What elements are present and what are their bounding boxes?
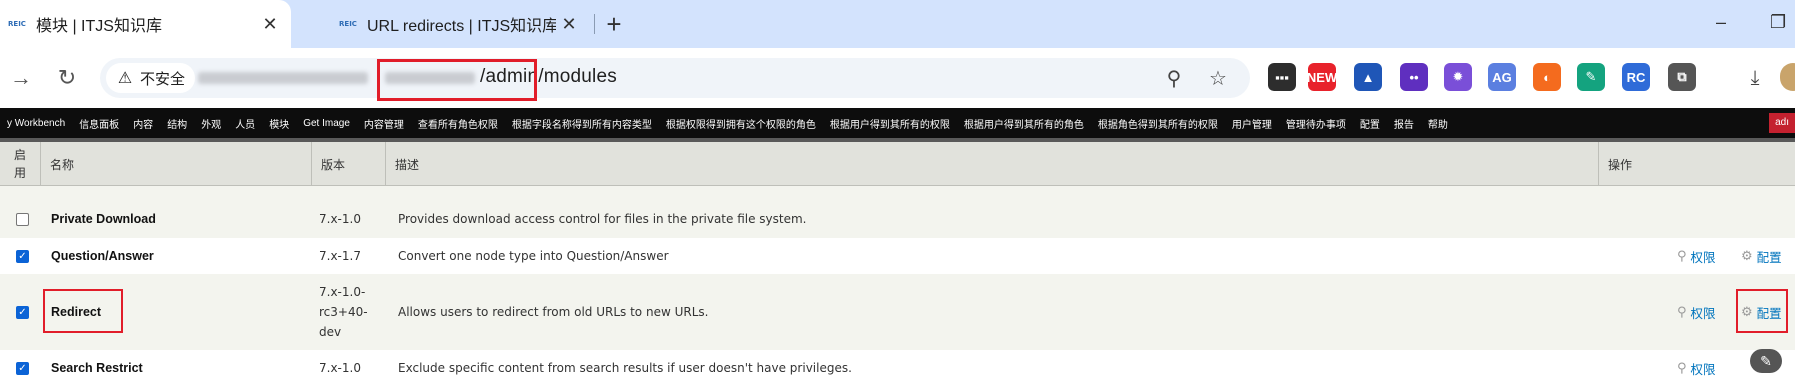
admin-menu-item[interactable]: 内容管理 — [357, 116, 411, 131]
security-label: 不安全 — [140, 70, 186, 88]
url-highlight-box — [377, 59, 537, 101]
tab-title: 模块 | ITJS知识库 — [36, 18, 162, 35]
admin-menu-item[interactable]: 根据用户得到其所有的角色 — [957, 116, 1091, 131]
module-version: 7.x-1.7 — [319, 249, 361, 263]
admin-menu-item[interactable]: 模块 — [262, 116, 296, 131]
admin-menu-item[interactable]: y Workbench — [0, 118, 72, 129]
gear-ext-icon[interactable]: ✹ — [1444, 63, 1472, 91]
new-badge-ext-icon[interactable]: NEW — [1307, 63, 1337, 91]
admin-menu-item[interactable]: 内容 — [126, 116, 160, 131]
table-row: ✓ Question/Answer 7.x-1.7 Convert one no… — [0, 238, 1795, 274]
forward-arrow-icon[interactable]: → — [4, 61, 38, 95]
admin-menu-item[interactable]: 根据字段名称得到所有内容类型 — [505, 116, 659, 131]
key-icon: ⚲ — [1677, 360, 1687, 375]
header-description: 描述 — [386, 142, 1599, 186]
tab-title: URL redirects | ITJS知识库 — [367, 18, 556, 35]
admin-user-badge[interactable]: adı — [1769, 113, 1795, 133]
bookmark-star-icon[interactable]: ☆ — [1206, 66, 1230, 90]
admin-menu-item[interactable]: 报告 — [1387, 116, 1421, 131]
enable-checkbox[interactable] — [16, 212, 29, 226]
site-favicon-icon: REIC — [8, 20, 26, 28]
admin-menu-item[interactable]: 帮助 — [1421, 116, 1455, 131]
minimize-icon[interactable]: – — [1716, 13, 1732, 31]
enable-checkbox[interactable]: ✓ — [16, 249, 29, 263]
leaf-ext-icon[interactable]: ✎ — [1577, 63, 1605, 91]
admin-menu-item[interactable]: 查看所有角色权限 — [411, 116, 505, 131]
redirect-highlight-box — [43, 289, 123, 333]
modules-table: 启用 名称 版本 描述 操作 Private Download 7.x-1.0 … — [0, 142, 1795, 386]
security-chip[interactable]: ⚠ 不安全 — [106, 63, 196, 93]
browser-toolbar: → ↻ ⚠ 不安全 /admin/modules ⚲ ☆ ▪▪▪ NEW ▲ •• ✹ A… — [0, 48, 1795, 108]
admin-menu-item[interactable]: 信息面板 — [72, 116, 126, 131]
table-row: Private Download 7.x-1.0 Provides downlo… — [0, 200, 1795, 238]
admin-menu-item[interactable]: 根据用户得到其所有的权限 — [823, 116, 957, 131]
ag-ext-icon[interactable]: AG — [1488, 63, 1516, 91]
module-description: Convert one node type into Question/Answ… — [398, 249, 669, 263]
permissions-link[interactable]: ⚲ 权限 — [1677, 350, 1716, 386]
admin-menu-item[interactable]: 外观 — [194, 116, 228, 131]
restore-window-icon[interactable]: ❐ — [1770, 13, 1786, 31]
puzzle-ext-icon[interactable]: ⧉ — [1668, 63, 1696, 91]
header-name: 名称 — [41, 142, 312, 186]
new-tab-button[interactable]: + — [598, 8, 630, 40]
module-name: Question/Answer — [51, 249, 154, 263]
redacted-host — [198, 72, 368, 84]
tab-modules[interactable]: REIC 模块 | ITJS知识库 ✕ — [0, 0, 291, 48]
module-version: 7.x-1.0- rc3+40- dev — [319, 285, 368, 339]
tab-divider — [594, 14, 595, 34]
admin-menu-item[interactable]: 人员 — [228, 116, 262, 131]
magic-wand-icon[interactable]: ✎ — [1750, 349, 1782, 373]
module-description: Allows users to redirect from old URLs t… — [398, 305, 709, 319]
key-icon: ⚲ — [1677, 248, 1687, 263]
configure-highlight-box — [1736, 289, 1788, 333]
table-header: 启用 名称 版本 描述 操作 — [0, 142, 1795, 186]
admin-menu-item[interactable]: 根据角色得到其所有的权限 — [1091, 116, 1225, 131]
header-operations: 操作 — [1608, 157, 1633, 172]
table-spacer-row — [0, 186, 1795, 200]
permissions-link[interactable]: ⚲ 权限 — [1677, 238, 1716, 274]
zoom-icon[interactable]: ⚲ — [1162, 66, 1186, 90]
admin-menu-item[interactable]: 用户管理 — [1225, 116, 1279, 131]
terminal-ext-icon[interactable]: ▪▪▪ — [1268, 63, 1296, 91]
admin-menu-item[interactable]: 配置 — [1353, 116, 1387, 131]
triangle-ext-icon[interactable]: ▲ — [1354, 63, 1382, 91]
configure-link[interactable]: ⚙ 配置 — [1741, 238, 1782, 274]
permissions-link[interactable]: ⚲ 权限 — [1677, 274, 1716, 350]
face-ext-icon[interactable]: •• — [1400, 63, 1428, 91]
module-description: Provides download access control for fil… — [398, 212, 807, 226]
table-row: ✓ Redirect 7.x-1.0- rc3+40- dev Allows u… — [0, 274, 1795, 350]
download-icon[interactable]: ⤓ — [1743, 66, 1767, 90]
admin-menu-item[interactable]: 结构 — [160, 116, 194, 131]
admin-toolbar: y Workbench 信息面板 内容 结构 外观 人员 模块 Get Image 内容管理 查看… — [0, 108, 1795, 138]
orange-ext-icon[interactable]: ◐ — [1533, 63, 1561, 91]
reload-icon[interactable]: ↻ — [50, 61, 84, 95]
site-favicon-icon: REIC — [339, 20, 357, 28]
close-tab-icon[interactable]: ✕ — [257, 11, 283, 37]
enable-checkbox[interactable]: ✓ — [16, 305, 29, 319]
table-row: ✓ Search Restrict 7.x-1.0 Exclude specif… — [0, 350, 1795, 386]
enable-checkbox[interactable]: ✓ — [16, 361, 29, 375]
rc-ext-icon[interactable]: RC — [1622, 63, 1650, 91]
admin-menu-item[interactable]: 根据权限得到拥有这个权限的角色 — [659, 116, 823, 131]
module-version: 7.x-1.0 — [319, 212, 361, 226]
tab-url-redirects[interactable]: REIC URL redirects | ITJS知识库 ✕ — [307, 0, 590, 48]
header-enable: 启用 — [0, 142, 41, 186]
module-name: Search Restrict — [51, 361, 143, 375]
close-tab-icon[interactable]: ✕ — [556, 11, 582, 37]
avatar[interactable] — [1780, 63, 1795, 91]
warning-triangle-icon: ⚠ — [117, 70, 133, 87]
admin-menu-item[interactable]: 管理待办事项 — [1279, 116, 1353, 131]
key-icon: ⚲ — [1677, 304, 1687, 319]
module-version: 7.x-1.0 — [319, 361, 361, 375]
gear-icon: ⚙ — [1741, 248, 1753, 263]
module-description: Exclude specific content from search res… — [398, 361, 852, 375]
address-bar[interactable]: ⚠ 不安全 /admin/modules ⚲ ☆ — [100, 58, 1250, 98]
module-name: Private Download — [51, 212, 156, 226]
admin-menu-item[interactable]: Get Image — [296, 118, 357, 129]
header-version: 版本 — [312, 142, 386, 186]
tab-strip: REIC 模块 | ITJS知识库 ✕ REIC URL redirects |… — [0, 0, 1795, 48]
